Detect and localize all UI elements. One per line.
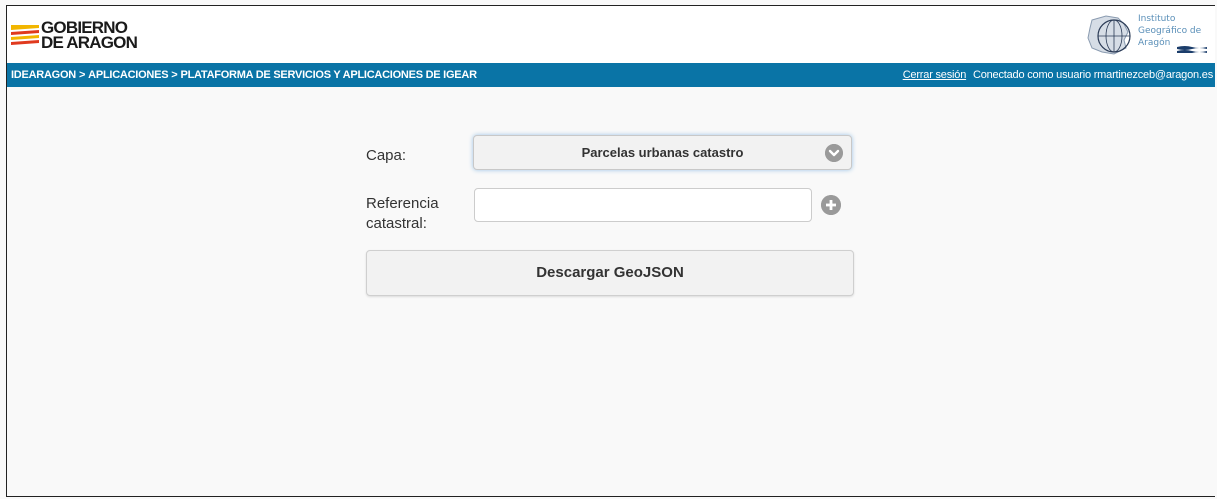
header: GOBIERNO DE ARAGON Instituto Geográfico … xyxy=(7,6,1215,63)
breadcrumb-separator: > xyxy=(171,69,178,81)
layer-label: Capa: xyxy=(366,147,407,164)
plus-circle-icon[interactable] xyxy=(821,195,841,215)
breadcrumb-idearagon[interactable]: IDEARAGON xyxy=(11,69,76,81)
breadcrumb-separator: > xyxy=(78,69,86,81)
gobierno-aragon-text: GOBIERNO DE ARAGON xyxy=(41,19,138,52)
aragon-flag-icon xyxy=(11,25,39,45)
connected-user-text: Conectado como usuario rmartinezceb@arag… xyxy=(972,69,1213,81)
cadastral-reference-label: Referencia catastral: xyxy=(366,194,439,234)
igear-line2: Geográfico de xyxy=(1138,26,1202,36)
cadastral-reference-input[interactable] xyxy=(474,188,812,222)
breadcrumb-plataforma[interactable]: PLATAFORMA DE SERVICIOS Y APLICACIONES D… xyxy=(180,69,477,81)
igear-text: Instituto Geográfico de Aragón xyxy=(1138,13,1201,49)
app-frame: GOBIERNO DE ARAGON Instituto Geográfico … xyxy=(6,5,1215,497)
cadastral-label-line1: Referencia xyxy=(366,195,439,212)
igear-logo[interactable]: Instituto Geográfico de Aragón xyxy=(1084,10,1209,60)
chevron-down-circle-icon xyxy=(825,144,843,162)
wave-icon xyxy=(1177,46,1207,53)
globe-map-icon xyxy=(1087,15,1131,55)
de-aragon-text: DE ARAGON xyxy=(41,33,138,52)
navbar: IDEARAGON > APLICACIONES > PLATAFORMA DE SER… xyxy=(7,63,1215,87)
logout-link[interactable]: Cerrar sesión xyxy=(903,69,967,81)
layer-select[interactable]: Parcelas urbanas catastro xyxy=(473,135,852,170)
breadcrumb: IDEARAGON > APLICACIONES > PLATAFORMA DE SER… xyxy=(11,69,477,81)
breadcrumb-aplicaciones[interactable]: APLICACIONES xyxy=(88,69,168,81)
layer-select-value: Parcelas urbanas catastro xyxy=(581,145,744,160)
gobierno-aragon-logo[interactable]: GOBIERNO DE ARAGON xyxy=(11,19,138,52)
download-geojson-button[interactable]: Descargar GeoJSON xyxy=(366,250,854,296)
cadastral-label-line2: catastral: xyxy=(366,215,427,232)
session-info: Cerrar sesión Conectado como usuario rma… xyxy=(903,69,1214,81)
igear-line1: Instituto xyxy=(1138,14,1176,24)
